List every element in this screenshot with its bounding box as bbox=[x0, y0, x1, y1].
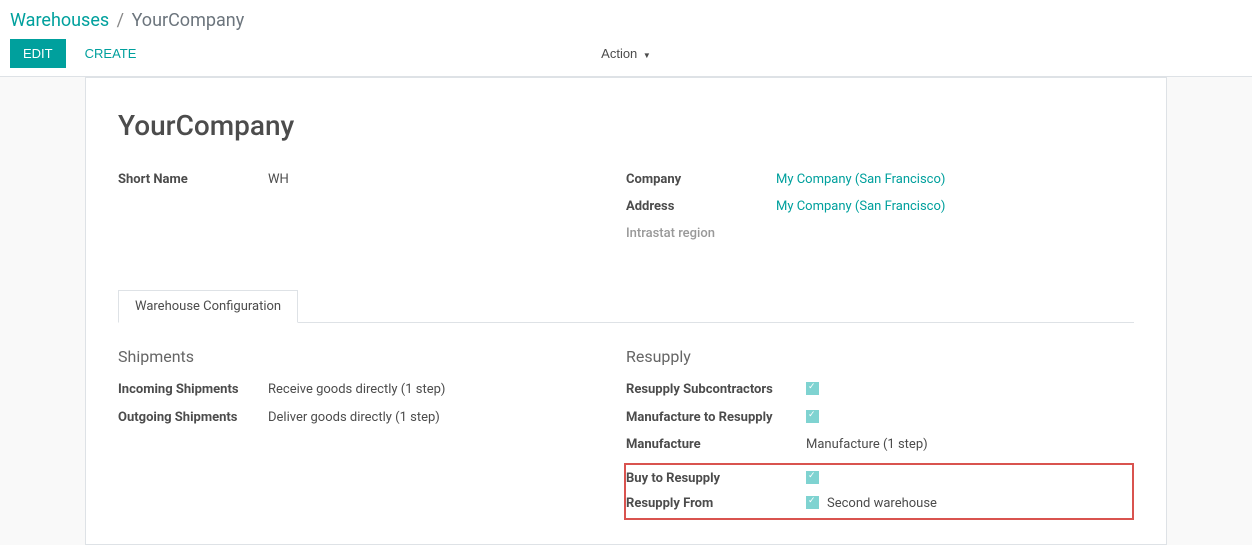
buy-to-resupply-label: Buy to Resupply bbox=[626, 469, 806, 489]
action-label: Action bbox=[601, 46, 637, 61]
incoming-label: Incoming Shipments bbox=[118, 380, 268, 400]
sheet-top bbox=[85, 77, 1167, 85]
breadcrumb-sep: / bbox=[117, 10, 124, 31]
manufacture-label: Manufacture bbox=[626, 435, 806, 455]
caret-down-icon: ▼ bbox=[643, 51, 651, 60]
outgoing-label: Outgoing Shipments bbox=[118, 408, 268, 428]
manufacture-to-resupply-label: Manufacture to Resupply bbox=[626, 408, 806, 428]
incoming-value: Receive goods directly (1 step) bbox=[268, 380, 445, 400]
address-label: Address bbox=[626, 197, 776, 218]
intrastat-label: Intrastat region bbox=[626, 224, 776, 245]
breadcrumb: Warehouses / YourCompany bbox=[10, 10, 1242, 31]
company-link[interactable]: My Company (San Francisco) bbox=[776, 170, 945, 191]
resupply-subcontractors-checkbox[interactable] bbox=[806, 382, 819, 395]
short-name-label: Short Name bbox=[118, 170, 268, 191]
tab-warehouse-config[interactable]: Warehouse Configuration bbox=[118, 290, 298, 323]
manufacture-to-resupply-checkbox[interactable] bbox=[806, 410, 819, 423]
short-name-value: WH bbox=[268, 170, 289, 191]
form-sheet: YourCompany Short Name WH Company My Com… bbox=[85, 85, 1167, 545]
edit-button[interactable]: EDIT bbox=[10, 39, 66, 68]
address-link[interactable]: My Company (San Francisco) bbox=[776, 197, 945, 218]
manufacture-value: Manufacture (1 step) bbox=[806, 435, 928, 455]
action-menu[interactable]: Action ▼ bbox=[601, 46, 651, 61]
highlight-box: Buy to Resupply Resupply From Second war… bbox=[624, 463, 1134, 520]
resupply-title: Resupply bbox=[626, 347, 1134, 366]
shipments-title: Shipments bbox=[118, 347, 626, 366]
company-label: Company bbox=[626, 170, 776, 191]
create-button[interactable]: CREATE bbox=[72, 39, 150, 68]
breadcrumb-root[interactable]: Warehouses bbox=[10, 10, 109, 31]
page-title: YourCompany bbox=[118, 109, 1134, 142]
buy-to-resupply-checkbox[interactable] bbox=[806, 471, 819, 484]
resupply-from-checkbox[interactable] bbox=[806, 496, 819, 509]
resupply-from-label: Resupply From bbox=[626, 494, 806, 514]
breadcrumb-current: YourCompany bbox=[132, 10, 245, 31]
outgoing-value: Deliver goods directly (1 step) bbox=[268, 408, 440, 428]
tabs: Warehouse Configuration bbox=[118, 290, 1134, 323]
resupply-from-value: Second warehouse bbox=[827, 494, 937, 514]
resupply-subcontractors-label: Resupply Subcontractors bbox=[626, 380, 806, 400]
